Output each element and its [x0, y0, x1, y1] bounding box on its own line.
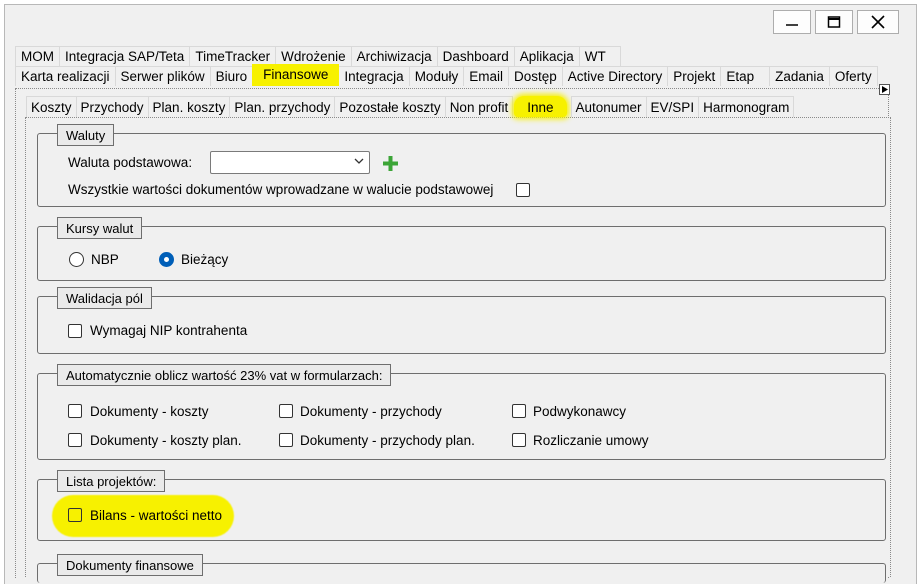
tab-biuro[interactable]: Biuro [209, 66, 254, 86]
radio-nbp[interactable] [69, 252, 84, 267]
vat-rozliczanie-checkbox[interactable] [512, 433, 526, 447]
chevron-right-icon [881, 86, 888, 93]
maximize-icon [827, 16, 841, 28]
tab-finansowe[interactable]: Finansowe [252, 64, 340, 86]
add-currency-icon[interactable] [383, 156, 398, 171]
minimize-button[interactable] [773, 10, 811, 34]
tab-etap[interactable]: Etap [720, 66, 771, 86]
vat-przychody-plan-label: Dokumenty - przychody plan. [300, 433, 475, 448]
tab-wt[interactable]: WT [578, 46, 621, 66]
vat-koszty-label: Dokumenty - koszty [90, 404, 209, 419]
tab-dashboard[interactable]: Dashboard [436, 46, 515, 66]
tab-karta-realizacji[interactable]: Karta realizacji [15, 66, 116, 86]
vat-koszty-plan-checkbox[interactable] [68, 433, 82, 447]
all-in-base-label: Wszystkie wartości dokumentów wprowadzan… [68, 182, 494, 197]
nip-required-checkbox[interactable] [68, 324, 82, 338]
tab-aplikacja[interactable]: Aplikacja [513, 46, 580, 66]
tab-wdrozenie[interactable]: Wdrożenie [275, 46, 352, 66]
tab-archiwizacja[interactable]: Archiwizacja [350, 46, 438, 66]
tab-email[interactable]: Email [463, 66, 509, 86]
tab-row-1: MOM Integracja SAP/Teta TimeTracker Wdro… [15, 46, 621, 66]
subtab-plan-koszty[interactable]: Plan. koszty [147, 96, 231, 117]
close-icon [871, 15, 885, 29]
subtab-inne[interactable]: Inne [514, 96, 567, 117]
all-in-base-checkbox[interactable] [516, 183, 530, 197]
tab-oferty[interactable]: Oferty [828, 66, 878, 86]
tab-zadania[interactable]: Zadania [769, 66, 830, 86]
minimize-icon [786, 24, 798, 26]
subtab-harmonogram[interactable]: Harmonogram [698, 96, 795, 117]
radio-biezacy-label: Bieżący [181, 252, 229, 267]
tab-integracja[interactable]: Integracja [338, 66, 410, 86]
tab-projekt[interactable]: Projekt [667, 66, 722, 86]
bilans-netto-checkbox[interactable] [68, 508, 82, 522]
bilans-netto-label: Bilans - wartości netto [90, 508, 223, 523]
vat-podwykonawcy-checkbox[interactable] [512, 404, 526, 418]
close-button[interactable] [857, 10, 899, 34]
walidacja-title: Walidacja pól [57, 287, 152, 309]
subtab-przychody[interactable]: Przychody [75, 96, 149, 117]
subtab-non-profit[interactable]: Non profit [444, 96, 514, 117]
chevron-down-icon [354, 158, 364, 164]
tab-dostep[interactable]: Dostęp [507, 66, 563, 86]
vat-koszty-checkbox[interactable] [68, 404, 82, 418]
subtab-pozostale-koszty[interactable]: Pozostałe koszty [334, 96, 446, 117]
nip-required-label: Wymagaj NIP kontrahenta [90, 323, 248, 338]
vat-przychody-plan-checkbox[interactable] [279, 433, 293, 447]
radio-nbp-label: NBP [91, 252, 119, 267]
vat-koszty-plan-label: Dokumenty - koszty plan. [90, 433, 242, 448]
vat-podwykonawcy-label: Podwykonawcy [533, 404, 627, 419]
tab-moduly[interactable]: Moduły [408, 66, 465, 86]
tab-timetracker[interactable]: TimeTracker [189, 46, 277, 66]
waluty-title: Waluty [57, 124, 115, 146]
vat-przychody-label: Dokumenty - przychody [300, 404, 442, 419]
vat-rozliczanie-label: Rozliczanie umowy [533, 433, 649, 448]
kursy-title: Kursy walut [57, 217, 143, 239]
tab-serwer-plikow[interactable]: Serwer plików [114, 66, 211, 86]
base-currency-label: Waluta podstawowa: [68, 155, 193, 170]
tab-active-directory[interactable]: Active Directory [561, 66, 669, 86]
dokumenty-title: Dokumenty finansowe [57, 554, 203, 576]
subtab-plan-przychody[interactable]: Plan. przychody [229, 96, 336, 117]
subtab-autonumer[interactable]: Autonumer [570, 96, 647, 117]
vat-title: Automatycznie oblicz wartość 23% vat w f… [57, 364, 392, 386]
tab-integracja-sap-teta[interactable]: Integracja SAP/Teta [59, 46, 191, 66]
tab-mom[interactable]: MOM [15, 46, 60, 66]
subtab-ev-spi[interactable]: EV/SPI [645, 96, 700, 117]
radio-biezacy[interactable] [159, 252, 174, 267]
lista-title: Lista projektów: [57, 470, 166, 492]
base-currency-select[interactable] [210, 151, 370, 174]
tab-scroll-right-button[interactable] [879, 84, 890, 95]
subtab-row: Koszty Przychody Plan. koszty Plan. przy… [26, 96, 795, 117]
subtab-koszty[interactable]: Koszty [26, 96, 77, 117]
tab-row-2: Karta realizacji Serwer plików Biuro Fin… [15, 64, 878, 86]
vat-przychody-checkbox[interactable] [279, 404, 293, 418]
maximize-button[interactable] [815, 10, 853, 34]
